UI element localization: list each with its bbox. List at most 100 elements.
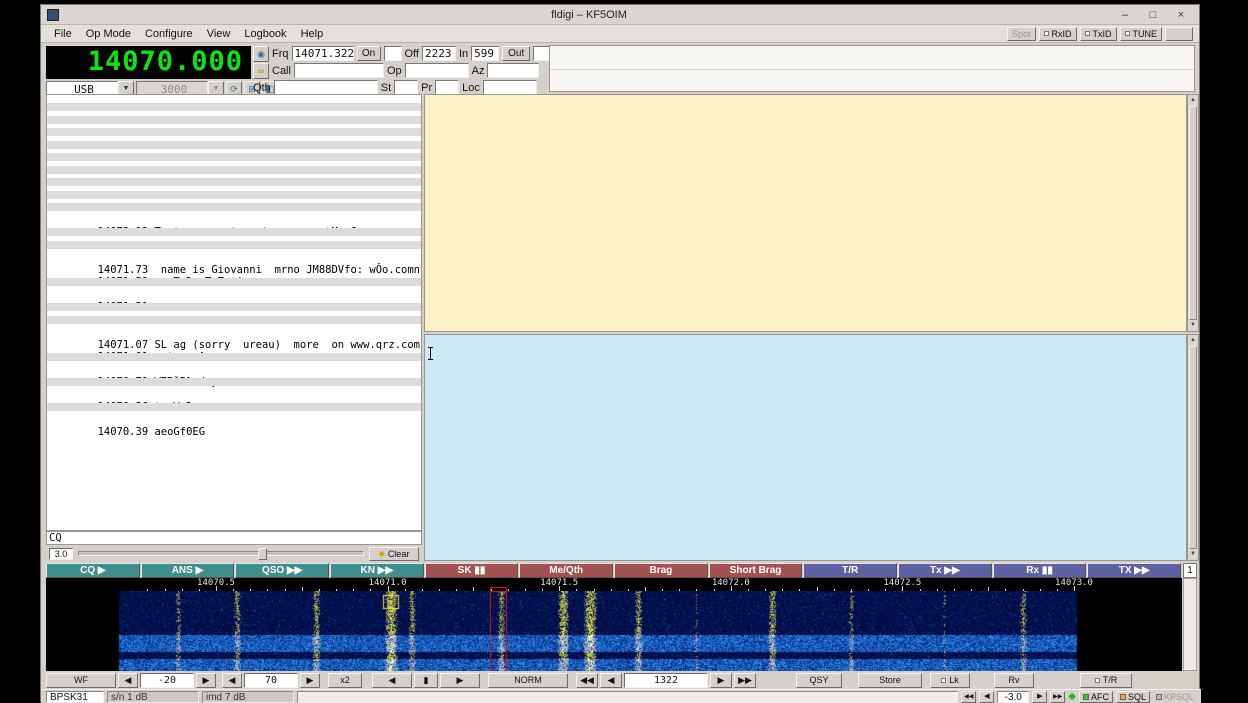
kpsql-toggle[interactable]: KPSQL [1153,691,1197,703]
browser-row[interactable] [47,139,421,152]
browser-row[interactable] [47,189,421,202]
frequency-display[interactable]: 14070.000 [46,46,251,79]
squelch-slider-handle[interactable] [258,548,267,560]
op-field[interactable] [405,63,469,78]
range-value[interactable]: 70 [244,673,298,688]
qth-field[interactable] [274,80,378,95]
browser-row[interactable]: 14071.59 : eTaD eTaTati [47,264,421,277]
scroll-up-icon[interactable]: ▲ [1188,95,1198,106]
time-on-field[interactable] [384,46,402,61]
shift-down-button[interactable]: ◀ [979,691,994,703]
tx-queue-line[interactable]: CQ [46,531,422,545]
txid-toggle[interactable]: TxID [1080,27,1117,41]
reverse-button[interactable]: Rv [994,673,1034,688]
tune-toggle[interactable]: TUNE [1120,27,1163,41]
time-off-field[interactable]: 2223 [422,46,456,61]
browser-row[interactable] [47,351,421,364]
store-button[interactable]: Store [858,673,922,688]
blank-button[interactable] [1165,27,1193,41]
afc-toggle[interactable]: AFC [1079,691,1113,703]
menu-item[interactable]: Op Mode [79,27,138,41]
shift-up-button[interactable]: ▶ [1032,691,1047,703]
browser-row[interactable] [47,226,421,239]
browser-row[interactable] [47,176,421,189]
range-down-button[interactable]: ◀ [222,673,242,688]
center-signal-button[interactable]: ▮ [414,673,438,688]
scroll-thumb[interactable] [1189,106,1197,320]
browser-row[interactable] [47,301,421,314]
browser-row[interactable] [47,201,421,214]
tx-text-pane[interactable] [424,334,1187,561]
menu-item[interactable]: Configure [138,27,200,41]
squelch-value[interactable]: 3.0 [49,548,73,560]
minimize-icon[interactable]: – [1119,9,1131,21]
search-icon[interactable]: ◉ [253,46,269,62]
browser-row[interactable] [47,401,421,414]
browser-row[interactable]: 14070.56 tooW D [47,389,421,402]
freq-ffwd-button[interactable]: ▶▶ [734,673,756,688]
macro-button[interactable]: Tx ▶▶ [898,563,992,578]
freq-up-button[interactable]: ▶ [710,673,732,688]
carrier-field[interactable]: 1322 [624,673,708,688]
browser-row[interactable]: 14071.51 e= [47,289,421,302]
st-field[interactable] [394,80,418,95]
freq-rew-button[interactable]: ◀◀ [576,673,598,688]
macro-button[interactable]: Brag [614,563,708,578]
rst-in-field[interactable]: 599 [471,46,499,61]
shift-ffwd-button[interactable]: ▶▶ [1050,691,1065,703]
macro-button[interactable]: Rx ▮▮ [993,563,1087,578]
browser-row[interactable] [47,114,421,127]
wf-speed-button[interactable]: NORM [488,673,568,688]
browser-row[interactable] [47,101,421,114]
menu-item[interactable]: Help [294,27,331,41]
menu-item[interactable]: File [47,27,79,41]
frq-field[interactable]: 14071.322 [292,46,354,61]
shift-right-button[interactable]: ▶ [440,673,480,688]
shift-rew-button[interactable]: ◀◀ [961,691,976,703]
macro-button[interactable]: CQ ▶ [46,563,140,578]
macro-button[interactable]: QSO ▶▶ [235,563,329,578]
scroll-thumb[interactable] [1189,346,1197,549]
macro-button[interactable]: ANS ▶ [141,563,235,578]
macro-button[interactable]: TX ▶▶ [1087,563,1181,578]
txrx-toggle[interactable]: T/R [1080,673,1132,688]
loc-field[interactable] [483,80,537,95]
shift-value[interactable]: -3.0 [997,691,1029,703]
glasses-icon[interactable]: ∞ [253,63,269,79]
macro-button[interactable]: SK ▮▮ [425,563,519,578]
close-icon[interactable]: × [1175,9,1187,21]
browser-row[interactable]: 14070.79 W7RšBl dmy cae [47,364,421,377]
macro-button[interactable]: Short Brag [709,563,803,578]
scroll-down-icon[interactable]: ▼ [1188,320,1198,331]
browser-row[interactable]: 14071.01 eotoaeeAnn [47,339,421,352]
sql-toggle[interactable]: SQL [1116,691,1150,703]
browser-row[interactable] [47,151,421,164]
menu-item[interactable]: View [200,27,238,41]
browser-row[interactable] [47,164,421,177]
maximize-icon[interactable]: □ [1147,9,1159,21]
macro-set-button[interactable]: 1 [1183,563,1197,578]
browser-row[interactable] [47,126,421,139]
tx-scrollbar[interactable]: ▲ ▼ [1187,334,1199,561]
spot-button[interactable]: Spot [1007,27,1036,41]
qsy-button[interactable]: QSY [796,673,842,688]
browser-row[interactable]: 14070.39 aeoGf0EG [47,414,421,427]
macro-button[interactable]: T/R [803,563,897,578]
az-field[interactable] [487,63,539,78]
macro-button[interactable]: KN ▶▶ [330,563,424,578]
upper-level-down-button[interactable]: ◀ [118,673,138,688]
wf-mode-button[interactable]: WF [46,673,116,688]
browser-row[interactable]: 14071.07 SL ag (sorry ureau) more on www… [47,326,421,339]
rxid-toggle[interactable]: RxID [1039,27,1077,41]
macro-button[interactable]: Me/Qth [519,563,613,578]
signal-browser[interactable]: 14072.12 T te a ra t rt e a tM Ja 14071.… [46,94,422,531]
squelch-slider[interactable] [78,551,364,556]
shift-left-button[interactable]: ◀ [372,673,412,688]
browser-row[interactable] [47,314,421,327]
zoom-button[interactable]: x2 [328,673,362,688]
browser-row[interactable] [47,239,421,252]
browser-row[interactable] [47,376,421,389]
browser-row[interactable]: 14071.73 name is Giovanni mrno JM88DVfo:… [47,251,421,264]
mode-status-button[interactable]: BPSK31 [46,691,104,703]
rx-text-pane[interactable] [424,94,1187,332]
